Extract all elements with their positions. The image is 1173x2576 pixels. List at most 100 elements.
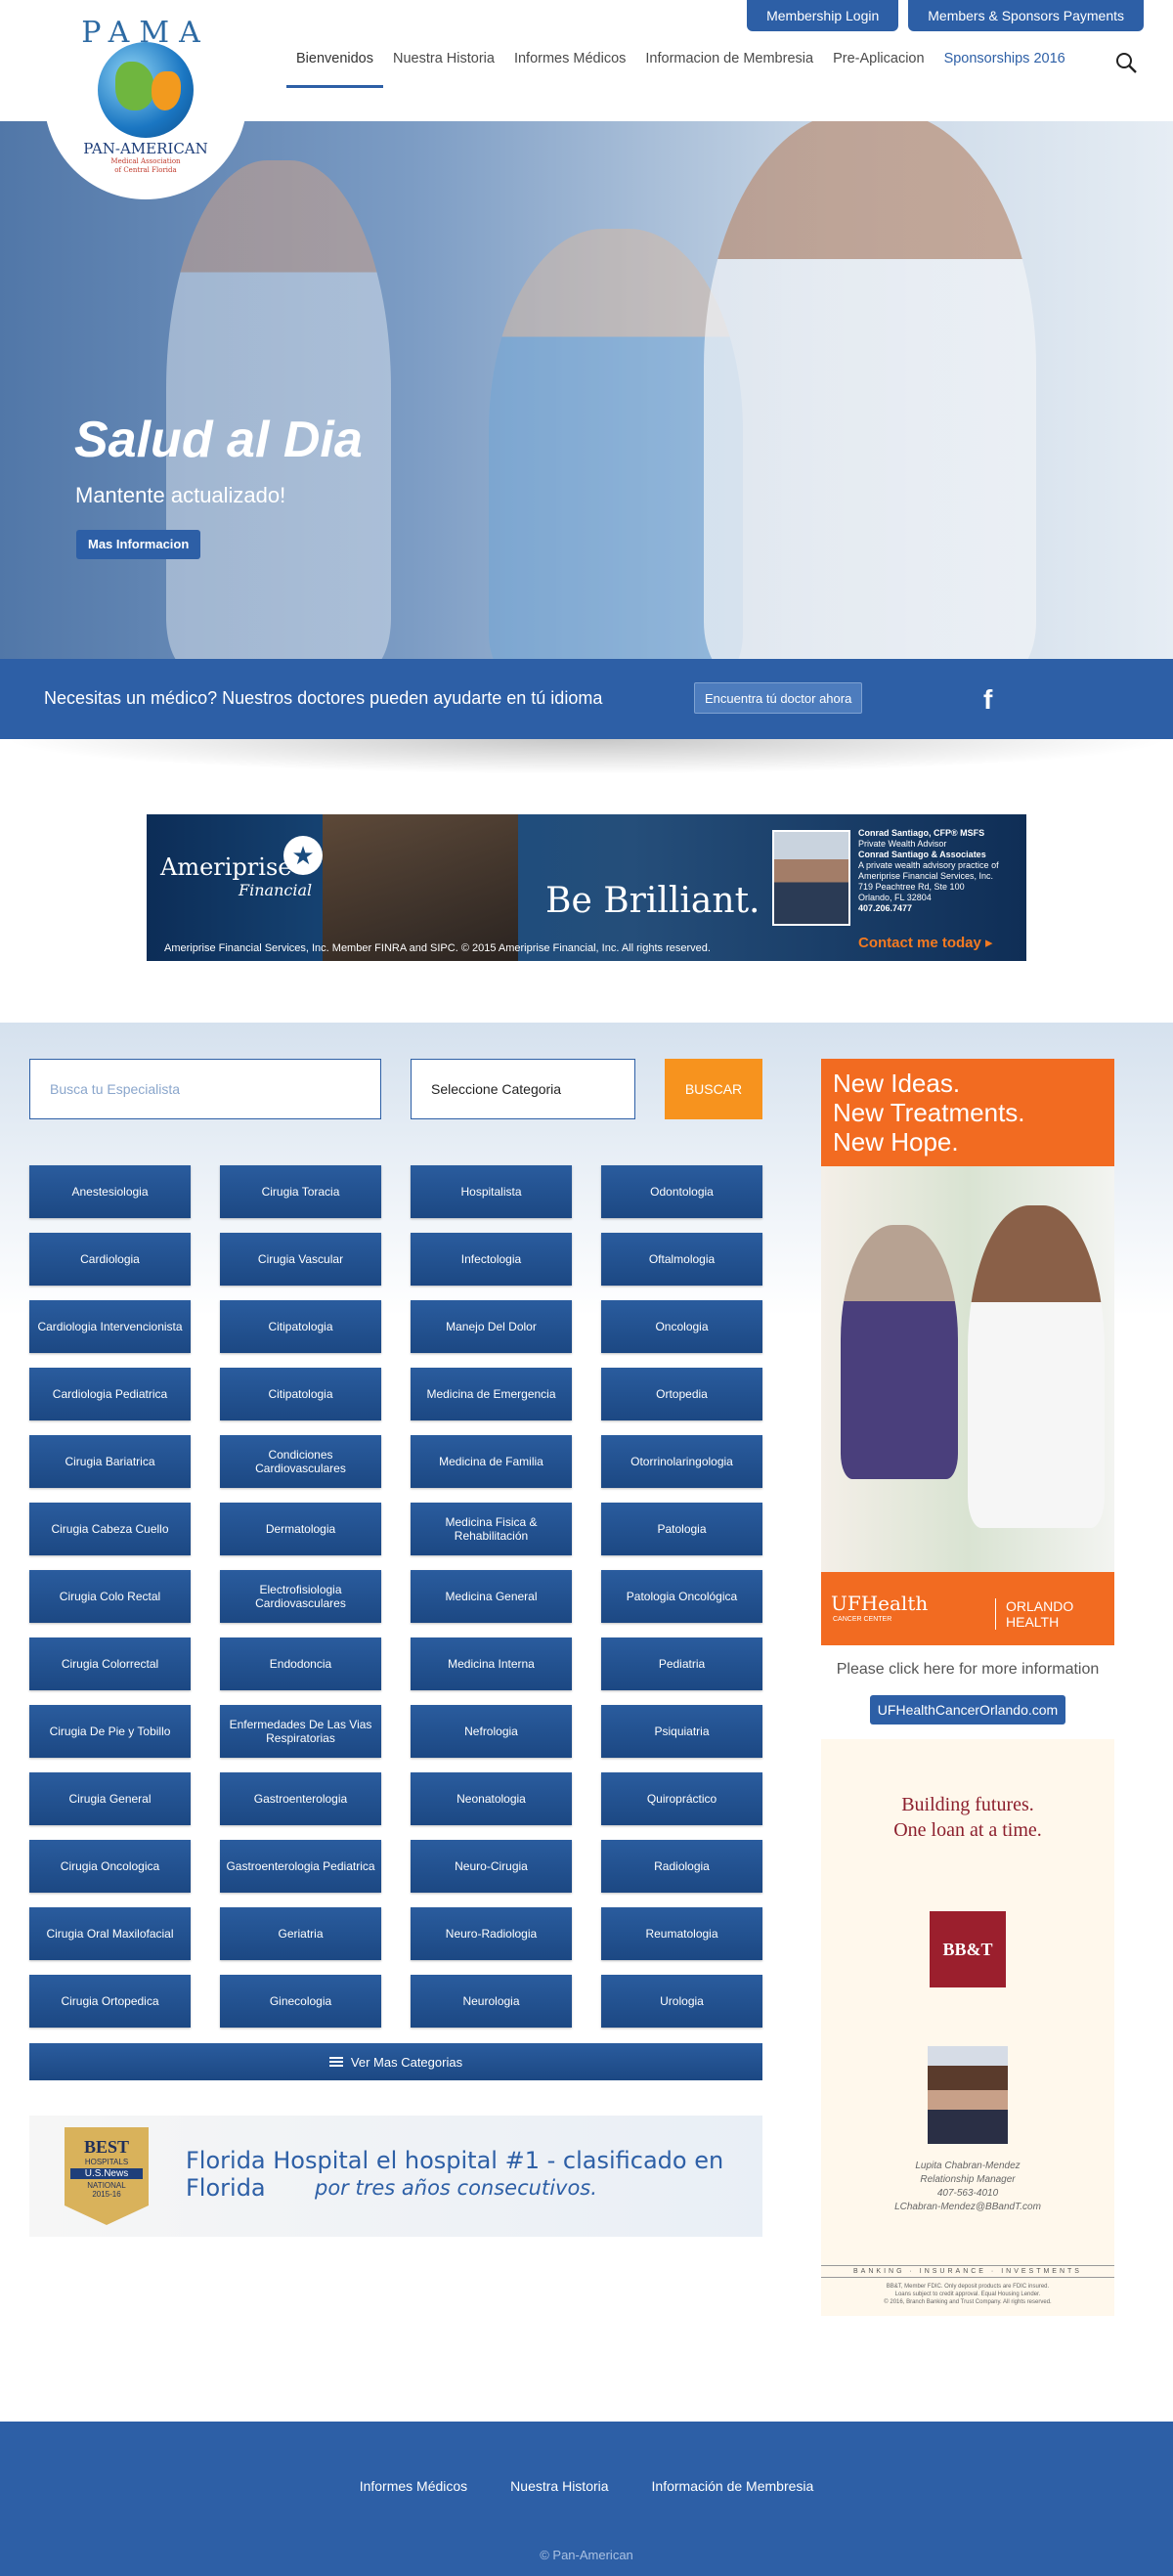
florida-hospital-banner[interactable]: BEST HOSPITALS U.S.News NATIONAL 2015-16… <box>29 2116 762 2237</box>
specialty-button[interactable]: Ortopedia <box>601 1368 762 1420</box>
bbt-contact: Lupita Chabran-Mendez Relationship Manag… <box>821 2160 1114 2214</box>
search-icon[interactable] <box>1114 51 1138 74</box>
specialty-button[interactable]: Cirugia Ortopedica <box>29 1975 191 2028</box>
nav-pre-aplicacion[interactable]: Pre-Aplicacion <box>823 51 934 88</box>
specialty-button[interactable]: Enfermedades De Las Vias Respiratorias <box>220 1705 381 1758</box>
specialty-button[interactable]: Reumatologia <box>601 1907 762 1960</box>
specialty-button[interactable]: Cirugia Oral Maxilofacial <box>29 1907 191 1960</box>
facebook-icon[interactable]: f <box>983 684 992 716</box>
specialty-button[interactable]: Medicina de Emergencia <box>411 1368 572 1420</box>
hero-doctor-image <box>166 160 391 659</box>
advisor-phone: 407.206.7477 <box>858 903 913 913</box>
specialty-button[interactable]: Anestesiologia <box>29 1165 191 1218</box>
specialty-button[interactable]: Cirugia Cabeza Cuello <box>29 1503 191 1555</box>
specialty-button[interactable]: Patologia Oncológica <box>601 1570 762 1623</box>
uf-health-ad[interactable]: New Ideas. New Treatments. New Hope. UFH… <box>821 1059 1114 1645</box>
advisor-firm: Conrad Santiago & Associates <box>858 850 986 859</box>
footer-link-historia[interactable]: Nuestra Historia <box>510 2478 608 2494</box>
logo-subtitle-2: of Central Florida <box>114 166 177 174</box>
find-doctor-text: Necesitas un médico? Nuestros doctores p… <box>44 688 603 708</box>
specialty-button[interactable]: Cirugia General <box>29 1772 191 1825</box>
mas-informacion-button[interactable]: Mas Informacion <box>76 530 201 559</box>
specialty-button[interactable]: Cirugia Bariatrica <box>29 1435 191 1488</box>
ameriprise-ad[interactable]: ★ Ameriprise Financial Be Brilliant. Con… <box>147 814 1026 961</box>
specialty-button[interactable]: Manejo Del Dolor <box>411 1300 572 1353</box>
specialty-button[interactable]: Pediatria <box>601 1637 762 1690</box>
specialty-button[interactable]: Ginecologia <box>220 1975 381 2028</box>
specialty-button[interactable]: Medicina de Familia <box>411 1435 572 1488</box>
specialty-button[interactable]: Medicina General <box>411 1570 572 1623</box>
uf-website-button[interactable]: UFHealthCancerOrlando.com <box>870 1695 1065 1725</box>
guitar-image <box>323 814 518 961</box>
advisor-info: Conrad Santiago, CFP® MSFS Private Wealt… <box>858 828 1020 914</box>
logo-subtitle-1: Medical Association <box>110 157 181 165</box>
specialty-button[interactable]: Citipatologia <box>220 1300 381 1353</box>
specialty-button[interactable]: Medicina Fisica & Rehabilitación <box>411 1503 572 1555</box>
specialty-button[interactable]: Cirugia Oncologica <box>29 1840 191 1893</box>
specialty-button[interactable]: Hospitalista <box>411 1165 572 1218</box>
specialty-button[interactable]: Quiropráctico <box>601 1772 762 1825</box>
specialty-button[interactable]: Neuro-Radiologia <box>411 1907 572 1960</box>
bbt-headline: Building futures. One loan at a time. <box>821 1792 1114 1843</box>
specialty-button[interactable]: Cardiologia Pediatrica <box>29 1368 191 1420</box>
logo-name: PAN-AMERICAN <box>83 140 208 157</box>
specialty-button[interactable]: Radiologia <box>601 1840 762 1893</box>
bbt-ad[interactable]: Building futures. One loan at a time. BB… <box>821 1739 1114 2316</box>
bbt-tagline: BANKING · INSURANCE · INVESTMENTS <box>821 2265 1114 2278</box>
nav-bienvenidos[interactable]: Bienvenidos <box>286 51 383 88</box>
specialty-button[interactable]: Cirugia Vascular <box>220 1233 381 1286</box>
payments-button[interactable]: Members & Sponsors Payments <box>908 0 1144 31</box>
orlando-health-logo: ORLANDO HEALTH <box>995 1598 1114 1630</box>
advisor-contact-cta[interactable]: Contact me today ▸ <box>858 934 993 951</box>
specialty-button[interactable]: Oftalmologia <box>601 1233 762 1286</box>
uf-health-logo: UFHealth <box>831 1592 929 1615</box>
buscar-button[interactable]: BUSCAR <box>665 1059 762 1119</box>
specialty-button[interactable]: Neuro-Cirugia <box>411 1840 572 1893</box>
specialty-button[interactable]: Cirugia De Pie y Tobillo <box>29 1705 191 1758</box>
specialist-search-input[interactable]: Busca tu Especialista <box>29 1059 381 1119</box>
specialty-button[interactable]: Neurologia <box>411 1975 572 2028</box>
bbt-contact-phone: 407-563-4010 <box>936 2188 999 2199</box>
footer-link-membresia[interactable]: Información de Membresia <box>652 2478 814 2494</box>
specialty-button[interactable]: Endodoncia <box>220 1637 381 1690</box>
bbt-contact-title: Relationship Manager <box>920 2174 1016 2185</box>
specialty-button[interactable]: Cirugia Toracia <box>220 1165 381 1218</box>
nav-membresia[interactable]: Informacion de Membresia <box>635 51 823 88</box>
nav-nuestra-historia[interactable]: Nuestra Historia <box>383 51 504 88</box>
specialty-button[interactable]: Infectologia <box>411 1233 572 1286</box>
footer-links: Informes Médicos Nuestra Historia Inform… <box>0 2478 1173 2494</box>
specialty-button[interactable]: Patologia <box>601 1503 762 1555</box>
specialty-button[interactable]: Citipatologia <box>220 1368 381 1420</box>
globe-icon <box>98 42 194 138</box>
membership-login-button[interactable]: Membership Login <box>747 0 899 31</box>
hero-banner: Salud al Dia Mantente actualizado! Mas I… <box>0 121 1173 659</box>
specialty-button[interactable]: Cardiologia <box>29 1233 191 1286</box>
specialty-button[interactable]: Psiquiatria <box>601 1705 762 1758</box>
specialty-button[interactable]: Dermatologia <box>220 1503 381 1555</box>
specialty-button[interactable]: Cardiologia Intervencionista <box>29 1300 191 1353</box>
specialty-button[interactable]: Electrofisiologia Cardiovasculares <box>220 1570 381 1623</box>
more-categories-label: Ver Mas Categorias <box>350 2054 463 2070</box>
specialty-button[interactable]: Geriatria <box>220 1907 381 1960</box>
specialty-button[interactable]: Neonatologia <box>411 1772 572 1825</box>
nav-sponsorships[interactable]: Sponsorships 2016 <box>934 51 1075 88</box>
more-categories-button[interactable]: Ver Mas Categorias <box>29 2043 762 2080</box>
specialty-button[interactable]: Otorrinolaringologia <box>601 1435 762 1488</box>
specialty-button[interactable]: Nefrologia <box>411 1705 572 1758</box>
copyright: © Pan-American <box>540 2548 633 2562</box>
specialty-button[interactable]: Gastroenterologia Pediatrica <box>220 1840 381 1893</box>
specialty-button[interactable]: Condiciones Cardiovasculares <box>220 1435 381 1488</box>
specialty-button[interactable]: Urologia <box>601 1975 762 2028</box>
specialty-button[interactable]: Cirugia Colorrectal <box>29 1637 191 1690</box>
footer-link-informes[interactable]: Informes Médicos <box>360 2478 467 2494</box>
specialty-button[interactable]: Odontologia <box>601 1165 762 1218</box>
specialty-button[interactable]: Medicina Interna <box>411 1637 572 1690</box>
find-doctor-button[interactable]: Encuentra tú doctor ahora <box>694 682 863 714</box>
site-logo[interactable]: PAMA PAN-AMERICAN Medical Association of… <box>44 0 247 199</box>
specialty-button[interactable]: Gastroenterologia <box>220 1772 381 1825</box>
uf-health-logo-sub: CANCER CENTER <box>833 1616 892 1623</box>
specialty-button[interactable]: Cirugia Colo Rectal <box>29 1570 191 1623</box>
nav-informes-medicos[interactable]: Informes Médicos <box>504 51 635 88</box>
category-select[interactable]: Seleccione Categoria <box>411 1059 635 1119</box>
specialty-button[interactable]: Oncologia <box>601 1300 762 1353</box>
